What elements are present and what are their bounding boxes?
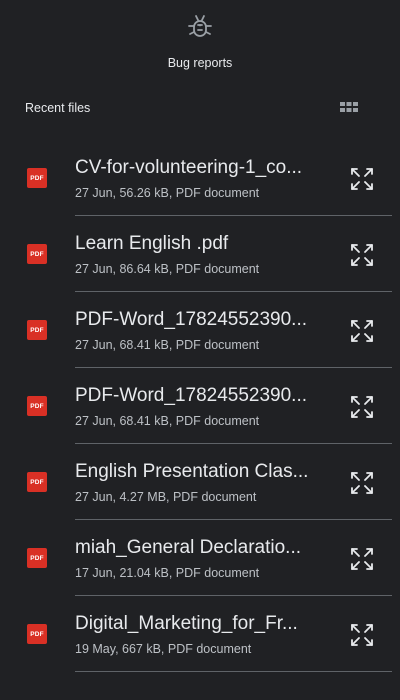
file-meta: 27 Jun, 4.27 MB, PDF document bbox=[75, 490, 257, 504]
pdf-file-icon: PDF bbox=[27, 396, 47, 416]
file-row[interactable]: PDF PDF-Word_17824552390... 27 Jun, 68.41 … bbox=[0, 292, 400, 368]
file-row[interactable]: PDF English Presentation Clas... 27 Jun, 4… bbox=[0, 444, 400, 520]
bug-reports-label: Bug reports bbox=[167, 56, 233, 70]
pdf-file-icon: PDF bbox=[27, 168, 47, 188]
expand-icon[interactable] bbox=[349, 470, 375, 496]
pdf-file-icon: PDF bbox=[27, 624, 47, 644]
pdf-badge-label: PDF bbox=[30, 402, 44, 410]
pdf-file-icon: PDF bbox=[27, 320, 47, 340]
file-meta: 27 Jun, 86.64 kB, PDF document bbox=[75, 262, 260, 276]
file-meta: 27 Jun, 68.41 kB, PDF document bbox=[75, 414, 260, 428]
file-name: CV-for-volunteering-1_co... bbox=[75, 157, 303, 178]
recent-files-header: Recent files bbox=[25, 100, 375, 120]
expand-icon[interactable] bbox=[349, 166, 375, 192]
pdf-file-icon: PDF bbox=[27, 472, 47, 492]
file-name: miah_General Declaratio... bbox=[75, 537, 301, 558]
bug-icon[interactable] bbox=[187, 14, 213, 40]
file-row[interactable]: PDF Learn English .pdf 27 Jun, 86.64 kB, P… bbox=[0, 216, 400, 292]
pdf-badge-label: PDF bbox=[30, 478, 44, 486]
recent-files-title: Recent files bbox=[25, 101, 91, 115]
pdf-file-icon: PDF bbox=[27, 244, 47, 264]
file-name: PDF-Word_17824552390... bbox=[75, 309, 308, 330]
file-name: PDF-Word_17824552390... bbox=[75, 385, 308, 406]
file-name: Learn English .pdf bbox=[75, 233, 229, 254]
file-row[interactable]: PDF PDF-Word_17824552390... 27 Jun, 68.41 … bbox=[0, 368, 400, 444]
file-name: English Presentation Clas... bbox=[75, 461, 309, 482]
recent-files-list: PDF CV-for-volunteering-1_co... 27 Jun, 56… bbox=[0, 140, 400, 672]
file-row[interactable]: PDF miah_General Declaratio... 17 Jun, 21.… bbox=[0, 520, 400, 596]
expand-icon[interactable] bbox=[349, 546, 375, 572]
pdf-badge-label: PDF bbox=[30, 326, 44, 334]
file-meta: 27 Jun, 68.41 kB, PDF document bbox=[75, 338, 260, 352]
file-meta: 27 Jun, 56.26 kB, PDF document bbox=[75, 186, 260, 200]
pdf-badge-label: PDF bbox=[30, 554, 44, 562]
expand-icon[interactable] bbox=[349, 622, 375, 648]
expand-icon[interactable] bbox=[349, 318, 375, 344]
file-row[interactable]: PDF CV-for-volunteering-1_co... 27 Jun, 56… bbox=[0, 140, 400, 216]
file-row[interactable]: PDF Digital_Marketing_for_Fr... 19 May, 66… bbox=[0, 596, 400, 672]
file-name: Digital_Marketing_for_Fr... bbox=[75, 613, 298, 634]
pdf-badge-label: PDF bbox=[30, 250, 44, 258]
divider bbox=[75, 671, 392, 672]
file-meta: 17 Jun, 21.04 kB, PDF document bbox=[75, 566, 260, 580]
pdf-badge-label: PDF bbox=[30, 174, 44, 182]
pdf-badge-label: PDF bbox=[30, 630, 44, 638]
expand-icon[interactable] bbox=[349, 394, 375, 420]
expand-icon[interactable] bbox=[349, 242, 375, 268]
grid-view-icon[interactable] bbox=[339, 100, 359, 118]
pdf-file-icon: PDF bbox=[27, 548, 47, 568]
bug-reports-section[interactable]: Bug reports bbox=[0, 0, 400, 80]
file-meta: 19 May, 667 kB, PDF document bbox=[75, 642, 252, 656]
